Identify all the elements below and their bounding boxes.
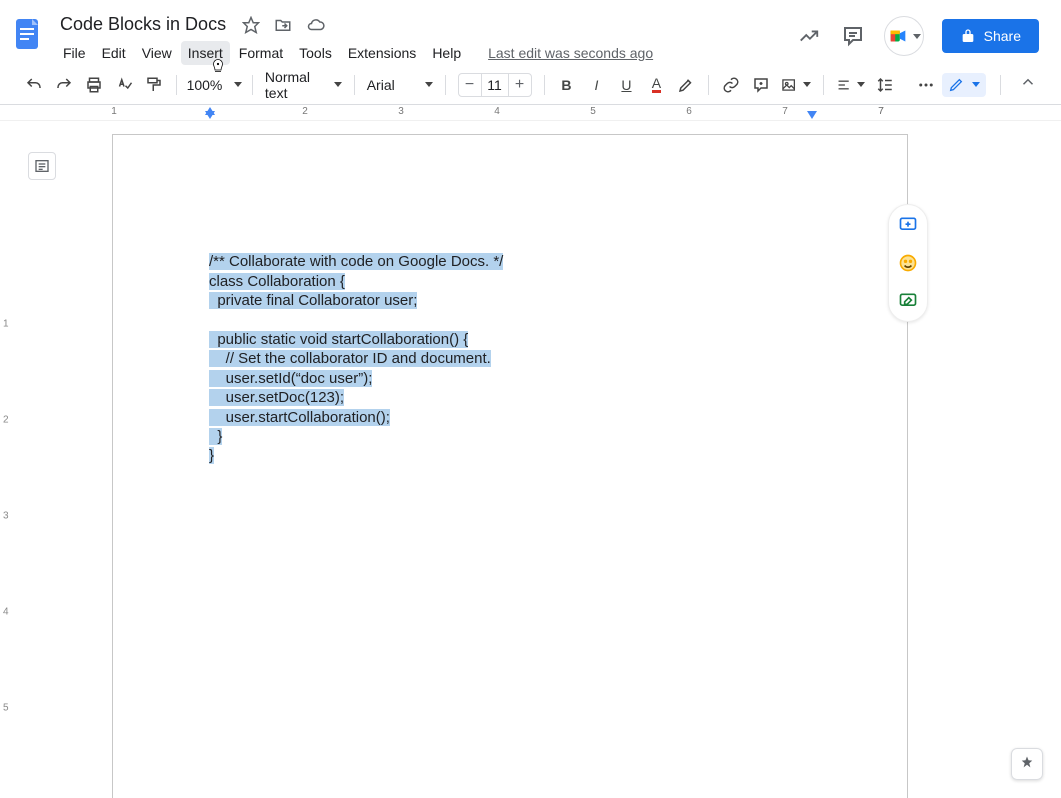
ruler-mark: 5 (590, 106, 596, 117)
print-button[interactable] (80, 71, 108, 99)
collapse-icon[interactable] (1015, 69, 1041, 100)
ruler-mark: 3 (398, 106, 404, 117)
outline-toggle-button[interactable] (28, 152, 56, 180)
ruler-mark: 1 (111, 106, 117, 117)
vertical-ruler[interactable]: 1 2 3 4 5 (0, 124, 18, 798)
menu-insert[interactable]: Insert (181, 41, 230, 65)
ruler-mark: 6 (686, 106, 692, 117)
menu-file[interactable]: File (56, 41, 93, 65)
side-comment-tools (888, 204, 928, 322)
meet-icon[interactable] (884, 16, 924, 56)
font-size-increase[interactable]: + (509, 76, 531, 94)
suggest-edit-side-button[interactable] (898, 291, 918, 311)
ruler-mark: 7 (782, 106, 788, 117)
add-comment-button[interactable] (747, 71, 775, 99)
add-emoji-side-button[interactable] (898, 253, 918, 273)
text-color-button[interactable]: A (642, 71, 670, 99)
menu-extensions[interactable]: Extensions (341, 41, 423, 65)
explore-button[interactable] (1011, 748, 1043, 780)
underline-button[interactable]: U (612, 71, 640, 99)
move-icon[interactable] (274, 16, 292, 34)
ruler-mark: 2 (302, 106, 308, 117)
link-button[interactable] (717, 71, 745, 99)
highlight-button[interactable] (672, 71, 700, 99)
more-button[interactable] (912, 71, 940, 99)
bold-button[interactable]: B (552, 71, 580, 99)
insert-image-button[interactable] (777, 71, 814, 99)
menu-view[interactable]: View (135, 41, 179, 65)
selected-code-block[interactable]: /** Collaborate with code on Google Docs… (209, 233, 503, 485)
share-label: Share (984, 28, 1021, 44)
menu-tools[interactable]: Tools (292, 41, 339, 65)
activity-icon[interactable] (796, 23, 822, 49)
share-button[interactable]: Share (942, 19, 1039, 53)
paint-format-button[interactable] (140, 71, 168, 99)
font-size-value[interactable]: 11 (481, 74, 509, 96)
cloud-icon[interactable] (306, 16, 326, 34)
font-select[interactable]: Arial (363, 71, 437, 99)
doc-title[interactable]: Code Blocks in Docs (56, 12, 230, 37)
menu-format[interactable]: Format (232, 41, 290, 65)
docs-logo[interactable] (8, 14, 48, 54)
paragraph-style-select[interactable]: Normal text (261, 71, 346, 99)
undo-button[interactable] (20, 71, 48, 99)
last-edit[interactable]: Last edit was seconds ago (488, 41, 653, 65)
add-comment-side-button[interactable] (898, 215, 918, 235)
font-size-control[interactable]: − 11 + (458, 73, 532, 97)
ruler-left-indent[interactable] (205, 111, 215, 119)
spellcheck-button[interactable] (110, 71, 138, 99)
ruler-mark: 4 (494, 106, 500, 117)
menu-help[interactable]: Help (425, 41, 468, 65)
font-size-decrease[interactable]: − (459, 76, 481, 94)
ruler-right-indent[interactable] (807, 111, 817, 119)
document-page[interactable]: /** Collaborate with code on Google Docs… (112, 134, 908, 798)
italic-button[interactable]: I (582, 71, 610, 99)
redo-button[interactable] (50, 71, 78, 99)
align-button[interactable] (832, 71, 869, 99)
toolbar: 100% Normal text Arial − 11 + B I U A (0, 65, 1061, 105)
editing-mode-button[interactable] (942, 73, 986, 97)
star-icon[interactable] (242, 16, 260, 34)
zoom-select[interactable]: 100% (185, 71, 244, 99)
comments-icon[interactable] (840, 23, 866, 49)
menu-edit[interactable]: Edit (95, 41, 133, 65)
horizontal-ruler[interactable]: 1 2 3 4 5 6 7 7 7 (0, 105, 1061, 121)
line-spacing-button[interactable] (871, 71, 899, 99)
